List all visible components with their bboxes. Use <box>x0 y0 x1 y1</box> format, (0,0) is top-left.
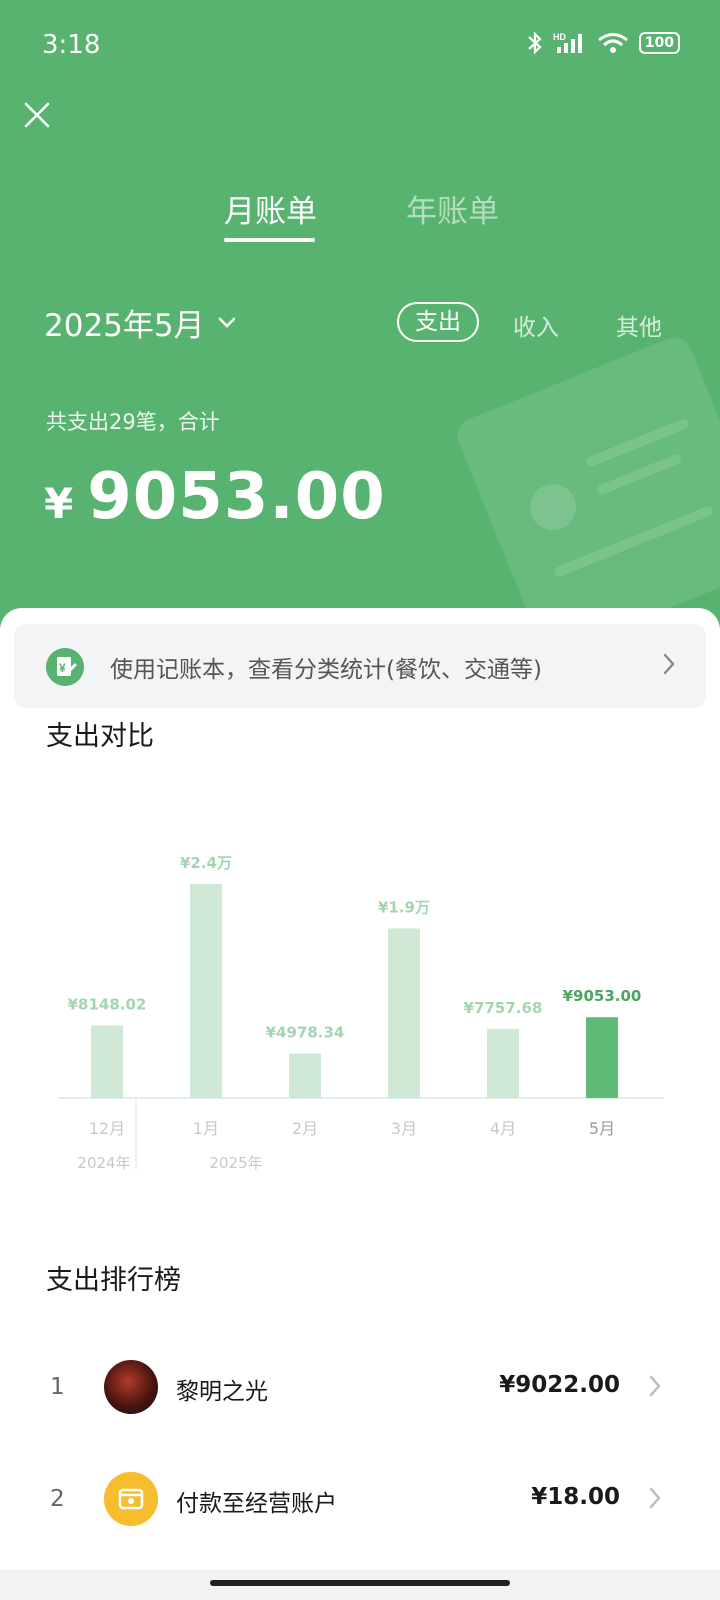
rank-number: 2 <box>50 1486 65 1512</box>
svg-text:¥: ¥ <box>59 661 66 675</box>
ledger-notice-banner[interactable]: ¥ 使用记账本，查看分类统计(餐饮、交通等) <box>14 624 706 708</box>
chart-x-tick-label: 1月 <box>193 1119 219 1138</box>
header-panel: 3:18 HD 100 月账单 年账单 2025年5月 支出 收入 其他 共支出… <box>0 0 720 640</box>
chart-x-tick-label: 2月 <box>292 1119 318 1138</box>
shop-icon <box>104 1472 158 1526</box>
chart-x-tick-label: 3月 <box>391 1119 417 1138</box>
ranking-item[interactable]: 2 付款至经营账户 ¥18.00 <box>0 1456 720 1546</box>
chevron-right-icon <box>649 1487 661 1509</box>
merchant-amount: ¥9022.00 <box>499 1372 620 1398</box>
ledger-notice-text: 使用记账本，查看分类统计(餐饮、交通等) <box>110 657 542 683</box>
filter-expense[interactable]: 支出 <box>397 302 479 342</box>
chart-year-label: 2024年 <box>77 1154 130 1172</box>
filter-other[interactable]: 其他 <box>616 308 662 342</box>
chart-bar <box>388 928 420 1098</box>
chart-bar <box>91 1025 123 1098</box>
chart-data-label: ¥1.9万 <box>378 898 430 916</box>
comparison-title: 支出对比 <box>46 721 154 752</box>
svg-text:HD: HD <box>553 32 566 42</box>
filter-income[interactable]: 收入 <box>513 308 559 342</box>
total-amount: 9053.00 <box>87 460 386 534</box>
signal-icon: HD <box>553 32 582 53</box>
tab-yearly-bill[interactable]: 年账单 <box>406 186 499 231</box>
home-indicator[interactable] <box>210 1580 510 1586</box>
chart-bar <box>289 1053 321 1098</box>
active-tab-indicator <box>224 238 315 242</box>
chevron-right-icon <box>663 653 675 675</box>
chart-bar <box>190 883 222 1098</box>
ranking-title: 支出排行榜 <box>46 1265 181 1296</box>
close-icon[interactable] <box>20 98 54 132</box>
ledger-icon: ¥ <box>46 648 84 686</box>
bill-tabs: 月账单 年账单 <box>0 186 720 246</box>
currency-symbol: ¥ <box>44 479 74 528</box>
expense-total: ¥ 9053.00 <box>44 460 386 534</box>
chart-data-label: ¥7757.68 <box>464 999 543 1017</box>
expense-summary-text: 共支出29笔，合计 <box>46 410 220 434</box>
rank-number: 1 <box>50 1374 65 1400</box>
expense-comparison-chart: ¥8148.02 12月 ¥2.4万 1月 ¥4978.34 2月 ¥1.9万 3月 ¥7757… <box>58 854 664 1172</box>
wifi-icon <box>597 33 628 53</box>
chart-data-label: ¥9053.00 <box>563 987 642 1005</box>
type-filter: 支出 收入 其他 <box>0 302 720 344</box>
chart-data-label: ¥4978.34 <box>266 1024 345 1042</box>
chart-year-label: 2025年 <box>209 1154 262 1172</box>
chart-x-tick-label: 4月 <box>490 1119 516 1138</box>
merchant-amount: ¥18.00 <box>531 1484 620 1510</box>
merchant-name: 付款至经营账户 <box>176 1491 337 1517</box>
ranking-item[interactable]: 1 黎明之光 ¥9022.00 <box>0 1344 720 1434</box>
chart-data-label: ¥2.4万 <box>180 854 232 872</box>
decorative-receipt-illustration <box>452 332 720 640</box>
chart-data-label: ¥8148.02 <box>68 995 147 1013</box>
status-bar: 3:18 HD 100 <box>0 0 720 92</box>
chevron-right-icon <box>649 1375 661 1397</box>
status-time: 3:18 <box>42 30 101 60</box>
bluetooth-icon <box>528 31 542 55</box>
tab-monthly-bill[interactable]: 月账单 <box>224 186 317 231</box>
chart-bar <box>586 1017 618 1098</box>
chart-bar <box>487 1028 519 1098</box>
battery-icon: 100 <box>638 32 680 54</box>
dragon-avatar <box>104 1360 158 1414</box>
merchant-name: 黎明之光 <box>176 1379 268 1405</box>
chart-x-tick-label: 12月 <box>89 1119 125 1138</box>
chart-x-tick-label: 5月 <box>589 1119 615 1138</box>
